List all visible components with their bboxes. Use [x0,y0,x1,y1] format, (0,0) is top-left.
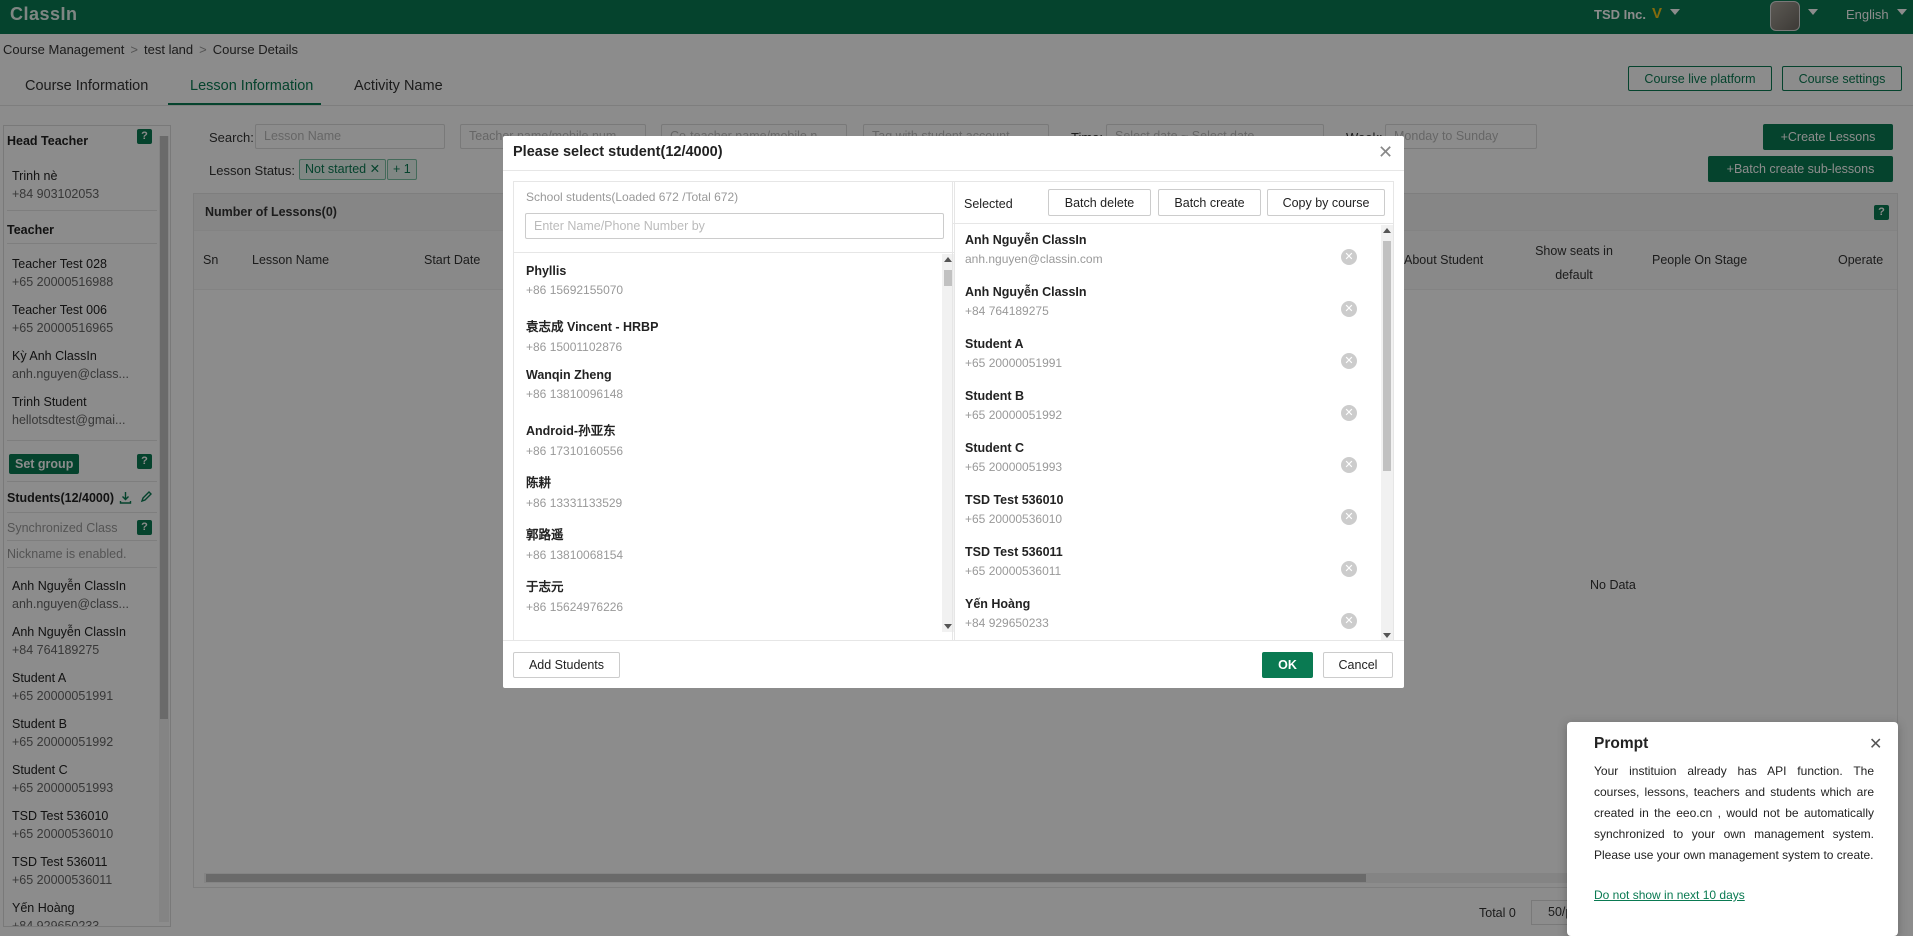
student-phone: +86 15624976226 [526,600,624,614]
list-item[interactable]: 于志元 +86 15624976226 [526,576,926,614]
student-phone: +86 13810096148 [526,387,624,401]
select-student-dialog: Please select student(12/4000) ✕ School … [503,136,1404,688]
cancel-button[interactable]: Cancel [1323,652,1393,678]
list-item: TSD Test 536010 +65 20000536010 [965,493,1365,526]
school-students-count: School students(Loaded 672 /Total 672) [526,190,739,204]
student-name: Yến Hoàng [965,597,1031,611]
student-phone: +86 15692155070 [526,283,624,297]
student-phone: +65 20000536010 [965,512,1063,526]
selected-students-pane: Selected Batch delete Batch create Copy … [952,181,1394,641]
student-name: Wanqin Zheng [526,368,612,382]
list-item: Student B +65 20000051992 [965,389,1365,422]
student-phone: +86 13810068154 [526,548,624,562]
scroll-down-arrow-icon[interactable] [944,624,952,629]
list-item[interactable]: Wanqin Zheng +86 13810096148 [526,368,926,401]
student-name: 于志元 [526,580,564,594]
remove-icon[interactable]: ✕ [1341,457,1357,473]
student-name: 郭路遥 [526,528,564,542]
remove-icon[interactable]: ✕ [1341,353,1357,369]
school-students-pane: School students(Loaded 672 /Total 672) E… [513,181,955,641]
student-name: Student B [965,389,1025,403]
student-phone: +86 17310160556 [526,444,624,458]
list-item[interactable]: Phyllis +86 15692155070 [526,264,926,297]
student-name: 袁志成 Vincent - HRBP [526,320,659,334]
dismiss-10-days-link[interactable]: Do not show in next 10 days [1594,888,1745,902]
student-name: Anh Nguyễn ClassIn [965,285,1087,299]
add-students-button[interactable]: Add Students [513,652,620,678]
student-search-input[interactable]: Enter Name/Phone Number by [525,213,944,239]
remove-icon[interactable]: ✕ [1341,561,1357,577]
selected-heading: Selected [964,197,1013,211]
student-name: Anh Nguyễn ClassIn [965,233,1087,247]
student-phone: +84 929650233 [965,616,1049,630]
scroll-up-arrow-icon[interactable] [1383,228,1391,233]
student-phone: +84 764189275 [965,304,1049,318]
divider [953,223,1393,224]
student-name: Android-孙亚东 [526,424,616,438]
selected-students-list: Anh Nguyễn ClassIn anh.nguyen@classin.com… [953,225,1383,641]
student-name: 陈耕 [526,476,552,490]
student-name: TSD Test 536010 [965,493,1064,507]
remove-icon[interactable]: ✕ [1341,301,1357,317]
selected-list-scrollbar[interactable] [1381,225,1393,641]
dialog-title: Please select student(12/4000) [513,144,723,160]
ok-button[interactable]: OK [1262,652,1313,678]
student-phone: +86 13331133529 [526,496,623,510]
scrollbar-thumb[interactable] [1383,241,1391,471]
student-name: Phyllis [526,264,567,278]
divider [514,252,954,253]
divider [503,170,1404,171]
list-item[interactable]: Android-孙亚东 +86 17310160556 [526,420,926,458]
close-icon[interactable]: ✕ [1378,142,1393,163]
list-item: Student A +65 20000051991 [965,337,1365,370]
student-name: Student A [965,337,1024,351]
list-item: Student C +65 20000051993 [965,441,1365,474]
student-name: TSD Test 536011 [965,545,1063,559]
student-phone: +65 20000051991 [965,356,1063,370]
student-name: Student C [965,441,1025,455]
list-item: TSD Test 536011 +65 20000536011 [965,545,1365,578]
batch-create-button[interactable]: Batch create [1158,189,1261,216]
list-item: Anh Nguyễn ClassIn anh.nguyen@classin.com [965,233,1365,266]
remove-icon[interactable]: ✕ [1341,509,1357,525]
student-phone: +65 20000051993 [965,460,1063,474]
scroll-up-arrow-icon[interactable] [944,257,952,262]
student-phone: +65 20000536011 [965,564,1062,578]
school-students-list: Phyllis +86 15692155070 袁志成 Vincent - HRB… [514,254,944,630]
copy-by-course-button[interactable]: Copy by course [1267,189,1385,216]
student-phone: anh.nguyen@classin.com [965,252,1103,266]
batch-delete-button[interactable]: Batch delete [1048,189,1151,216]
prompt-message: Your instituion already has API function… [1594,764,1874,862]
remove-icon[interactable]: ✕ [1341,613,1357,629]
list-item: Yến Hoàng +84 929650233 [965,597,1365,630]
student-phone: +86 15001102876 [526,340,623,354]
list-item[interactable]: 郭路遥 +86 13810068154 [526,524,926,562]
scroll-down-arrow-icon[interactable] [1383,633,1391,638]
prompt-title: Prompt [1594,735,1649,752]
student-phone: +65 20000051992 [965,408,1063,422]
remove-icon[interactable]: ✕ [1341,405,1357,421]
list-item: Anh Nguyễn ClassIn +84 764189275 [965,285,1365,318]
scrollbar-thumb[interactable] [944,270,952,286]
remove-icon[interactable]: ✕ [1341,249,1357,265]
divider [503,640,1404,641]
list-item[interactable]: 陈耕 +86 13331133529 [526,472,926,510]
list-item[interactable]: 袁志成 Vincent - HRBP +86 15001102876 [526,316,926,354]
close-icon[interactable]: ✕ [1869,734,1882,754]
api-prompt-toast: Prompt ✕ Your instituion already has API… [1567,722,1898,936]
